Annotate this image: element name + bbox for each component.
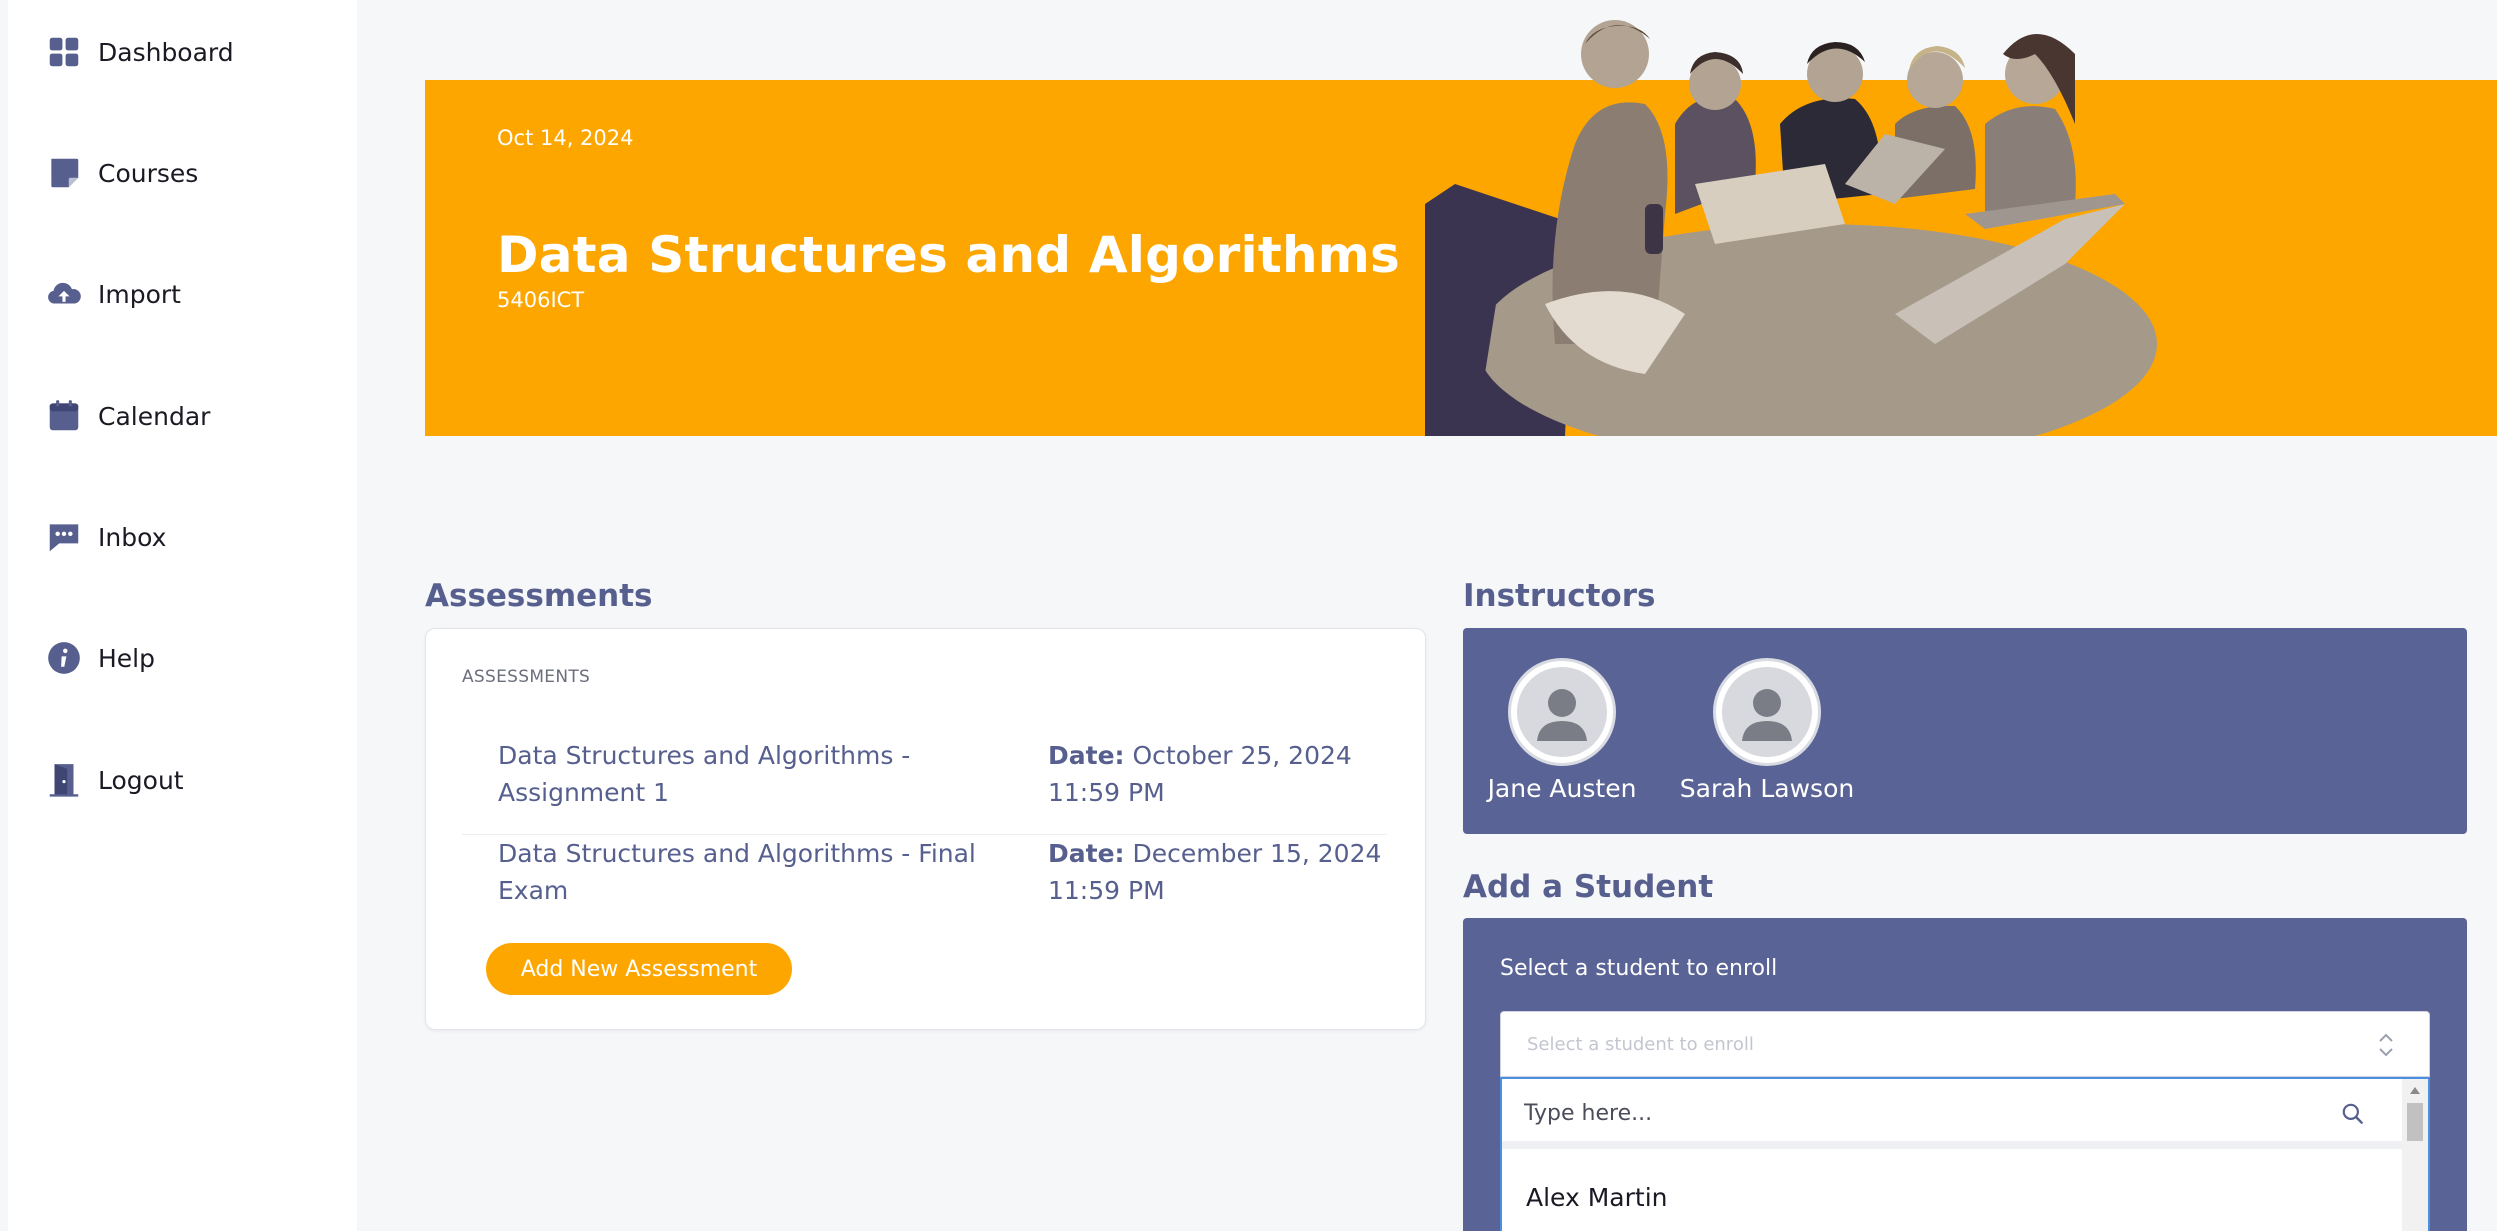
assessment-date: Date: October 25, 2024 11:59 PM [1048,737,1388,811]
search-input[interactable] [1524,1097,2304,1129]
user-icon [1537,689,1587,741]
add-student-heading: Add a Student [1463,869,1714,905]
sidebar-item-label: Dashboard [98,37,234,67]
assessment-name[interactable]: Data Structures and Algorithms - Final E… [498,835,978,909]
instructors-card: Jane Austen Sarah Lawson [1463,628,2467,834]
calendar-icon [44,396,84,436]
student-dropdown: Alex Martin [1500,1077,2430,1231]
dropdown-option[interactable]: Alex Martin [1526,1183,1668,1212]
assessments-card: ASSESSMENTS Data Structures and Algorith… [425,628,1426,1030]
course-title: Data Structures and Algorithms [497,226,1400,284]
sidebar-item-label: Import [98,279,181,309]
sidebar-item-label: Logout [98,765,184,795]
instructor-name: Sarah Lawson [1679,774,1855,803]
chat-icon [44,517,84,557]
sidebar-item-logout[interactable]: Logout [44,750,184,810]
info-icon [44,638,84,678]
add-assessment-button[interactable]: Add New Assessment [486,943,792,995]
scroll-up-arrow-icon[interactable] [2410,1087,2420,1094]
assessment-name[interactable]: Data Structures and Algorithms - Assignm… [498,737,978,811]
door-icon [44,760,84,800]
user-icon [1742,689,1792,741]
assessments-caption: ASSESSMENTS [462,667,591,687]
sidebar-item-help[interactable]: Help [44,628,155,688]
select-placeholder: Select a student to enroll [1527,1034,1754,1055]
avatar [1508,658,1616,766]
grid-icon [44,32,84,72]
sidebar-item-label: Inbox [98,522,167,552]
sidebar-item-import[interactable]: Import [44,264,181,324]
dropdown-search [1502,1079,2402,1149]
sidebar: Dashboard Courses Import Calendar Inbox … [8,0,357,1231]
sidebar-item-label: Calendar [98,401,211,431]
sidebar-item-courses[interactable]: Courses [44,143,198,203]
instructor-name: Jane Austen [1487,774,1637,803]
sidebar-item-label: Courses [98,158,199,188]
course-date: Oct 14, 2024 [497,126,634,150]
date-label: Date: [1048,839,1125,868]
avatar [1713,658,1821,766]
student-select[interactable]: Select a student to enroll [1500,1011,2430,1077]
add-student-card: Select a student to enroll Select a stud… [1463,918,2467,1231]
assessments-heading: Assessments [425,578,653,614]
student-select-label: Select a student to enroll [1500,956,1778,981]
students-group-photo [1425,20,2157,436]
instructor[interactable]: Jane Austen [1472,658,1652,803]
chevron-up-down-icon [2379,1033,2393,1057]
sidebar-item-calendar[interactable]: Calendar [44,386,210,446]
search-icon[interactable] [2340,1101,2366,1127]
list-item[interactable]: Data Structures and Algorithms - Assignm… [462,737,1387,835]
instructor[interactable]: Sarah Lawson [1677,658,1857,803]
scrollbar[interactable] [2402,1079,2428,1231]
sidebar-item-inbox[interactable]: Inbox [44,507,166,567]
instructors-heading: Instructors [1463,578,1656,614]
course-code: 5406ICT [497,288,585,312]
cloud-upload-icon [44,274,84,314]
sidebar-item-label: Help [98,643,155,673]
date-label: Date: [1048,741,1125,770]
scrollbar-thumb[interactable] [2407,1103,2423,1141]
sidebar-item-dashboard[interactable]: Dashboard [44,22,234,82]
list-item[interactable]: Data Structures and Algorithms - Final E… [462,835,1387,933]
assessment-date: Date: December 15, 2024 11:59 PM [1048,835,1388,909]
note-icon [44,153,84,193]
